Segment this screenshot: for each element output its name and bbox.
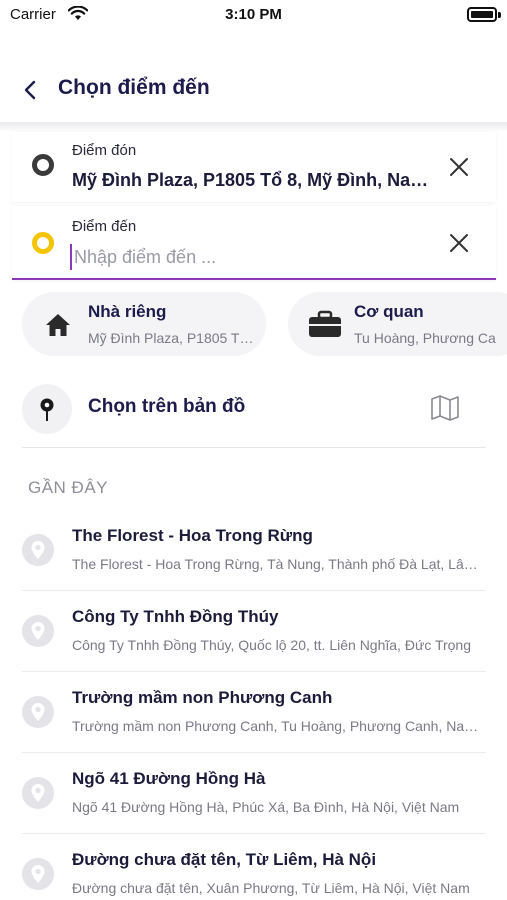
clear-destination-icon[interactable] <box>448 232 470 254</box>
status-bar: Carrier 3:10 PM <box>0 0 507 30</box>
choose-on-map-row[interactable]: Chọn trên bản đồ <box>22 380 486 448</box>
location-pin-icon <box>22 858 54 890</box>
recent-item[interactable]: Ngõ 41 Đường Hồng Hà Ngõ 41 Đường Hồng H… <box>22 753 486 834</box>
home-shortcut-title: Nhà riêng <box>88 302 167 321</box>
home-shortcut[interactable]: Nhà riêng Mỹ Đình Plaza, P1805 Tổ 8, Mỹ … <box>22 292 266 356</box>
pickup-value[interactable]: Mỹ Đình Plaza, P1805 Tổ 8, Mỹ Đình, Nam … <box>72 170 442 191</box>
recent-item[interactable]: Trường mầm non Phương Canh Trường mầm no… <box>22 672 486 753</box>
map-pin-icon <box>40 398 54 421</box>
destination-dot-icon <box>32 232 54 254</box>
pickup-dot-icon <box>32 154 54 176</box>
home-shortcut-address: Mỹ Đình Plaza, P1805 Tổ 8, Mỹ Đình <box>88 330 258 346</box>
recent-item[interactable]: Đường chưa đặt tên, Từ Liêm, Hà Nội Đườn… <box>22 834 486 900</box>
choose-on-map-label: Chọn trên bản đồ <box>88 396 246 417</box>
clear-pickup-icon[interactable] <box>448 156 470 178</box>
destination-label: Điểm đến <box>72 218 137 235</box>
nav-header: Chọn điểm đến <box>0 62 507 116</box>
work-shortcut[interactable]: Cơ quan Tu Hoàng, Phương Ca <box>288 292 507 356</box>
recent-item-address: Ngõ 41 Đường Hồng Hà, Phúc Xá, Ba Đình, … <box>72 799 460 815</box>
map-pin-button <box>22 384 72 434</box>
destination-field[interactable]: Điểm đến <box>12 206 496 280</box>
work-shortcut-address: Tu Hoàng, Phương Ca <box>354 330 496 346</box>
pickup-label: Điểm đón <box>72 142 137 159</box>
recent-item[interactable]: The Florest - Hoa Trong Rừng The Florest… <box>22 510 486 591</box>
recent-item-address: Công Ty Tnhh Đồng Thúy, Quốc lộ 20, tt. … <box>72 637 472 653</box>
location-pin-icon <box>22 696 54 728</box>
recent-item-address: The Florest - Hoa Trong Rừng, Tà Nung, T… <box>72 556 484 572</box>
briefcase-icon <box>309 310 341 337</box>
page-title: Chọn điểm đến <box>58 76 210 99</box>
chevron-left-icon[interactable] <box>18 76 46 104</box>
recent-item-title: Trường mầm non Phương Canh <box>72 688 333 707</box>
recent-item-title: Ngõ 41 Đường Hồng Hà <box>72 769 266 788</box>
work-shortcut-title: Cơ quan <box>354 302 424 321</box>
recent-item-title: Đường chưa đặt tên, Từ Liêm, Hà Nội <box>72 850 377 869</box>
battery-icon <box>467 7 497 22</box>
location-pin-icon <box>22 615 54 647</box>
recent-item-title: The Florest - Hoa Trong Rừng <box>72 526 313 545</box>
recent-item[interactable]: Công Ty Tnhh Đồng Thúy Công Ty Tnhh Đồng… <box>22 591 486 672</box>
location-pin-icon <box>22 534 54 566</box>
header-divider <box>0 122 507 132</box>
location-pin-icon <box>22 777 54 809</box>
recent-item-address: Trường mầm non Phương Canh, Tu Hoàng, Ph… <box>72 718 484 734</box>
recent-section-title: GẦN ĐÂY <box>28 478 109 497</box>
destination-input[interactable] <box>70 244 440 270</box>
recent-item-address: Đường chưa đặt tên, Xuân Phương, Từ Liêm… <box>72 880 470 896</box>
recent-item-title: Công Ty Tnhh Đồng Thúy <box>72 607 279 626</box>
map-icon[interactable] <box>430 394 460 422</box>
home-icon <box>46 314 70 336</box>
status-time: 3:10 PM <box>225 6 282 23</box>
recent-list: The Florest - Hoa Trong Rừng The Florest… <box>22 510 486 900</box>
pickup-field[interactable]: Điểm đón Mỹ Đình Plaza, P1805 Tổ 8, Mỹ Đ… <box>12 132 496 202</box>
